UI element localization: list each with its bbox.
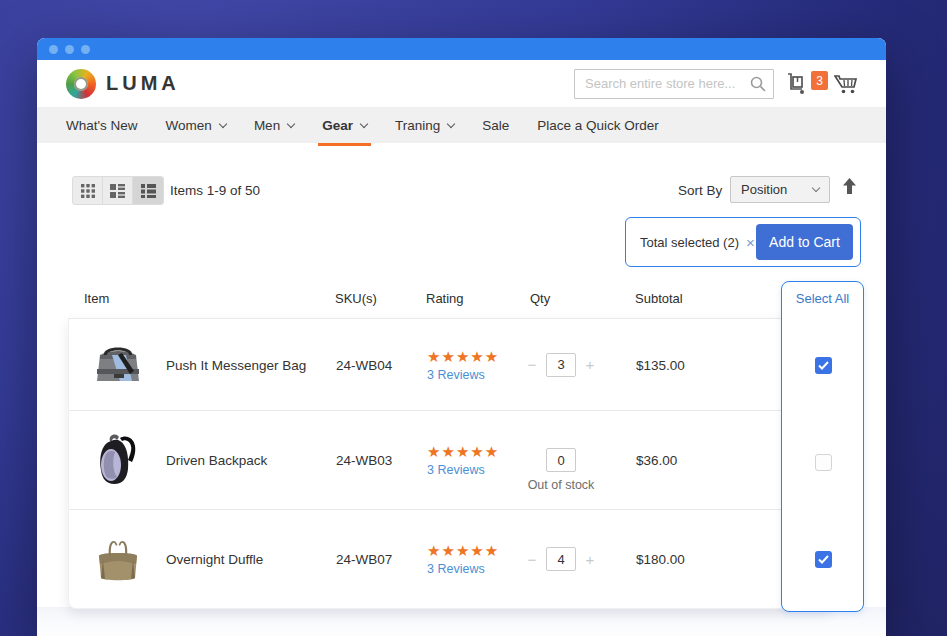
search-icon[interactable]	[750, 76, 766, 92]
qty-input[interactable]	[546, 547, 576, 571]
qty-cell: − +	[527, 547, 595, 571]
qty-cell: − + Out of stock	[527, 448, 595, 472]
qty-cell: − +	[527, 353, 595, 377]
column-header-rating: Rating	[426, 291, 464, 306]
quick-order-trolley-icon[interactable]	[784, 73, 806, 95]
product-row: Push It Messenger Bag 24-WB04 ★★★★★ 3 Re…	[69, 319, 831, 411]
product-row: Driven Backpack 24-WB03 ★★★★★ 3 Reviews …	[69, 411, 831, 510]
chevron-down-icon	[287, 119, 295, 127]
cart-icon[interactable]	[834, 73, 858, 95]
star-rating: ★★★★★	[427, 348, 499, 363]
product-name: Push It Messenger Bag	[166, 357, 306, 372]
nav-item-label: Place a Quick Order	[537, 118, 659, 133]
chevron-down-icon	[812, 184, 820, 192]
view-mode-switcher	[72, 176, 164, 205]
nav-item-label: Gear	[322, 118, 353, 133]
nav-item-label: Sale	[482, 118, 509, 133]
row-checkbox-unchecked[interactable]	[815, 454, 832, 471]
items-count: Items 1-9 of 50	[170, 183, 260, 198]
page-background-strip	[37, 607, 886, 636]
product-rating: ★★★★★ 3 Reviews	[427, 348, 499, 381]
product-name: Overnight Duffle	[166, 552, 263, 567]
add-to-cart-button[interactable]: Add to Cart	[756, 224, 853, 260]
nav-item-men[interactable]: Men	[240, 107, 308, 143]
product-subtotal: $135.00	[636, 357, 685, 372]
store-header: LUMA 3	[37, 60, 886, 107]
window-control-close[interactable]	[49, 45, 58, 54]
chevron-down-icon	[219, 119, 227, 127]
product-rating: ★★★★★ 3 Reviews	[427, 444, 499, 477]
nav-item-label: What's New	[66, 118, 138, 133]
column-header-item: Item	[84, 291, 109, 306]
grid-extended-view-button[interactable]	[103, 177, 133, 204]
nav-item-traning[interactable]: Traning	[381, 107, 468, 143]
chevron-down-icon	[360, 119, 368, 127]
product-subtotal: $36.00	[636, 453, 677, 468]
browser-window: LUMA 3 What's New Women Men Gear Traning Sale…	[37, 38, 886, 636]
nav-item-women[interactable]: Women	[152, 107, 240, 143]
nav-item-sale[interactable]: Sale	[468, 107, 523, 143]
reviews-link[interactable]: 3 Reviews	[427, 463, 499, 477]
product-sku: 24-WB07	[336, 552, 392, 567]
luma-logo-icon	[66, 69, 96, 99]
items-table-body: Push It Messenger Bag 24-WB04 ★★★★★ 3 Re…	[68, 318, 832, 609]
product-name: Driven Backpack	[166, 453, 267, 468]
row-checkbox-checked[interactable]	[815, 357, 832, 374]
nav-item-label: Women	[166, 118, 212, 133]
clear-selection-button[interactable]: ×	[746, 234, 755, 251]
select-all-panel: Select All	[781, 281, 864, 612]
qty-input[interactable]	[546, 448, 576, 472]
qty-input[interactable]	[546, 353, 576, 377]
grid-view-button[interactable]	[73, 177, 103, 204]
column-header-qty: Qty	[530, 291, 550, 306]
column-header-sku: SKU(s)	[335, 291, 377, 306]
nav-item-what-s-new[interactable]: What's New	[52, 107, 152, 143]
nav-item-label: Traning	[395, 118, 440, 133]
sort-by-value: Position	[741, 182, 787, 197]
qty-decrease-button[interactable]: −	[527, 551, 537, 568]
qty-decrease-button[interactable]: −	[527, 356, 537, 373]
product-sku: 24-WB04	[336, 357, 392, 372]
list-view-button[interactable]	[133, 177, 163, 204]
window-titlebar	[37, 38, 886, 60]
product-image[interactable]	[89, 336, 147, 394]
product-image[interactable]	[89, 530, 147, 588]
reviews-link[interactable]: 3 Reviews	[427, 367, 499, 381]
sort-by-label: Sort By	[678, 183, 722, 198]
cart-count-badge: 3	[811, 71, 828, 90]
stock-status: Out of stock	[528, 478, 595, 492]
column-header-subtotal: Subtotal	[635, 291, 683, 306]
product-sku: 24-WB03	[336, 453, 392, 468]
nav-item-label: Men	[254, 118, 280, 133]
star-rating: ★★★★★	[427, 444, 499, 459]
qty-increase-button[interactable]: +	[585, 551, 595, 568]
sort-direction-ascending-button[interactable]	[842, 178, 857, 194]
page-content: Items 1-9 of 50 Sort By Position Total s…	[37, 143, 886, 636]
brand-name: LUMA	[106, 72, 180, 95]
product-rating: ★★★★★ 3 Reviews	[427, 543, 499, 576]
product-image[interactable]	[89, 431, 147, 489]
nav-item-gear[interactable]: Gear	[308, 107, 381, 143]
reviews-link[interactable]: 3 Reviews	[427, 562, 499, 576]
row-checkbox-checked[interactable]	[815, 551, 832, 568]
product-row: Overnight Duffle 24-WB07 ★★★★★ 3 Reviews…	[69, 510, 831, 608]
qty-increase-button[interactable]: +	[585, 356, 595, 373]
luma-logo[interactable]: LUMA	[66, 69, 180, 99]
window-control-minimize[interactable]	[65, 45, 74, 54]
window-control-maximize[interactable]	[81, 45, 90, 54]
total-selected-label: Total selected (2)	[640, 235, 739, 250]
select-all-label[interactable]: Select All	[782, 291, 863, 306]
chevron-down-icon	[447, 119, 455, 127]
main-nav: What's New Women Men Gear Traning Sale Place a…	[37, 107, 886, 143]
star-rating: ★★★★★	[427, 543, 499, 558]
search-input[interactable]	[574, 69, 774, 99]
sort-by-select[interactable]: Position	[730, 176, 830, 203]
nav-item-place-a-quick-order[interactable]: Place a Quick Order	[523, 107, 673, 143]
search-box	[574, 69, 774, 99]
selection-bar: Total selected (2) × Add to Cart	[625, 217, 861, 267]
product-subtotal: $180.00	[636, 552, 685, 567]
